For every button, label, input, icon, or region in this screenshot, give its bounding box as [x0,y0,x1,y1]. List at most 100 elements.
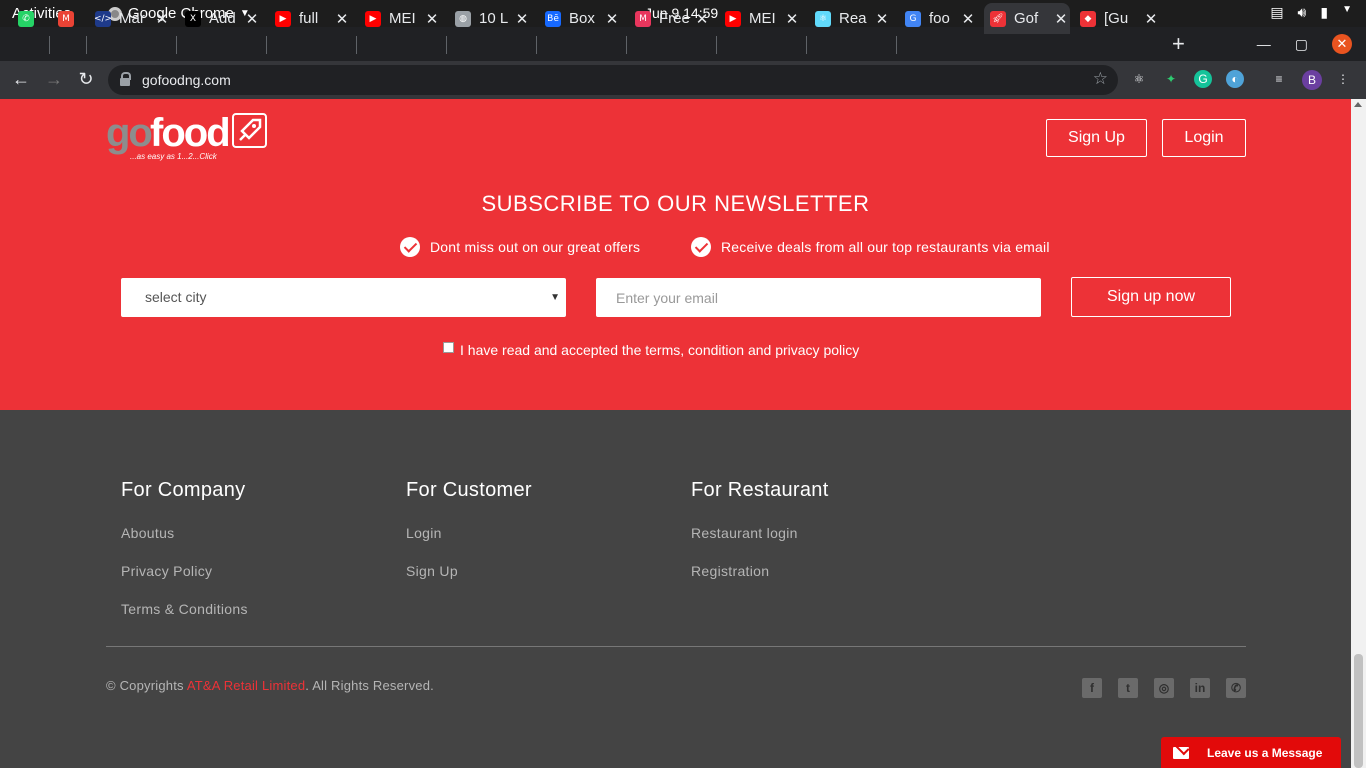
browser-toolbar: ← → ↻ gofoodng.com ☆ ⚛ ✦ G ◐ ≡ B ⋮ [0,61,1366,99]
forward-button[interactable]: → [43,69,65,90]
city-select[interactable]: select city ▼ [121,278,566,317]
reload-button[interactable]: ↻ [75,69,97,90]
page-scrollbar[interactable] [1351,99,1366,768]
leave-message-button[interactable]: Leave us a Message [1161,737,1341,768]
browser-tab[interactable]: M Free ✕ [629,3,711,34]
footer-link-aboutus[interactable]: Aboutus [121,525,248,541]
scroll-up-arrow-icon[interactable] [1354,102,1362,107]
tab-separator [49,36,50,54]
browser-tab[interactable]: Bē Box ✕ [539,3,621,34]
minimize-button[interactable]: — [1257,36,1271,52]
newsletter-submit-button[interactable]: Sign up now [1071,277,1231,317]
volume-icon: 🔊︎ [1297,4,1307,20]
perk-deals-text: Receive deals from all our top restauran… [721,239,1050,255]
kebab-menu-icon[interactable]: ⋮ [1334,70,1352,88]
browser-tab[interactable]: ⚛ Rea ✕ [809,3,891,34]
close-window-button[interactable]: ✕ [1332,34,1352,54]
tab-title: [Gu [1104,10,1129,27]
browser-tab[interactable]: </> Mar ✕ [89,3,171,34]
footer-link-privacy[interactable]: Privacy Policy [121,563,248,579]
instagram-icon[interactable]: ◎ [1154,678,1174,698]
tab-separator [176,36,177,54]
whatsapp-icon: ✆ [18,10,34,27]
signup-button[interactable]: Sign Up [1046,119,1147,157]
extension-icon[interactable]: ✦ [1162,70,1180,88]
gofood-icon: 🚀︎ [990,10,1006,27]
facebook-icon[interactable]: f [1082,678,1102,698]
tab-separator [86,36,87,54]
tab-separator [806,36,807,54]
footer-link-restaurant-login[interactable]: Restaurant login [691,525,829,541]
whatsapp-icon[interactable]: ✆ [1226,678,1246,698]
leave-message-label: Leave us a Message [1207,745,1323,760]
bookmark-star-icon[interactable]: ☆ [1093,69,1108,89]
lock-icon [120,72,131,86]
footer-customer-title: For Customer [406,479,532,501]
react-icon: ⚛ [815,10,831,27]
close-tab-icon[interactable]: ✕ [513,10,531,28]
tab-title: 10 L [479,10,509,27]
close-tab-icon[interactable]: ✕ [153,10,171,28]
browser-tab[interactable]: M [52,3,82,34]
browser-tab[interactable]: Gfoo ✕ [899,3,977,34]
footer-link-registration[interactable]: Registration [691,563,829,579]
copyright-company-link[interactable]: AT&A Retail Limited [187,678,305,693]
terms-label[interactable]: I have read and accepted the terms, cond… [460,342,859,358]
browser-tab[interactable]: ▶ MEI ✕ [719,3,801,34]
google-icon: G [905,10,921,27]
gofood-logo[interactable]: go food ...as easy as 1...2...Click [106,111,268,161]
linkedin-icon[interactable]: in [1190,678,1210,698]
tab-separator [716,36,717,54]
rocket-icon [232,113,267,148]
tab-title: Gof [1014,10,1039,27]
browser-tab[interactable]: X Add ✕ [179,3,261,34]
browser-tab[interactable]: 🚀︎ Gof ✕ [984,3,1070,34]
close-tab-icon[interactable]: ✕ [243,10,261,28]
profile-avatar[interactable]: B [1302,70,1322,90]
extension-globe-icon[interactable]: ◐ [1226,70,1244,88]
footer-link-login[interactable]: Login [406,525,532,541]
terms-checkbox[interactable] [443,341,454,353]
browser-tab[interactable]: ▶ full ✕ [269,3,351,34]
tab-title: MEI [749,10,776,27]
footer-link-terms[interactable]: Terms & Conditions [121,601,248,617]
email-input[interactable] [596,278,1041,317]
terms-agreement: I have read and accepted the terms, cond… [443,341,859,358]
maximize-button[interactable]: ▢ [1295,36,1308,53]
tab-title: Box [569,10,595,27]
close-tab-icon[interactable]: ✕ [603,10,621,28]
chevron-down-icon: ▼ [1342,4,1352,15]
close-tab-icon[interactable]: ✕ [1142,10,1160,28]
new-tab-button[interactable]: + [1172,31,1185,57]
browser-tab[interactable]: ✆ [12,3,42,34]
city-select-value: select city [145,289,207,305]
close-tab-icon[interactable]: ✕ [423,10,441,28]
browser-tab[interactable]: ◍ 10 L ✕ [449,3,531,34]
close-tab-icon[interactable]: ✕ [333,10,351,28]
media-control-icon[interactable]: ≡ [1270,70,1288,88]
close-tab-icon[interactable]: ✕ [1052,10,1070,28]
address-bar[interactable]: gofoodng.com ☆ [108,65,1118,95]
logo-food: food [150,111,231,155]
footer-company-column: For Company Aboutus Privacy Policy Terms… [121,479,248,639]
close-tab-icon[interactable]: ✕ [959,10,977,28]
footer-customer-column: For Customer Login Sign Up [406,479,532,601]
tab-separator [896,36,897,54]
react-devtools-icon[interactable]: ⚛ [1130,70,1148,88]
close-tab-icon[interactable]: ✕ [873,10,891,28]
close-tab-icon[interactable]: ✕ [783,10,801,28]
footer-link-signup[interactable]: Sign Up [406,563,532,579]
grammarly-icon[interactable]: G [1194,70,1212,88]
back-button[interactable]: ← [10,69,32,90]
browser-tab[interactable]: ▶ MEI ✕ [359,3,441,34]
close-tab-icon[interactable]: ✕ [693,10,711,28]
scrollbar-thumb[interactable] [1354,654,1363,768]
twitter-icon[interactable]: t [1118,678,1138,698]
tab-separator [446,36,447,54]
login-button[interactable]: Login [1162,119,1246,157]
youtube-icon: ▶ [365,10,381,27]
dropdown-arrow-icon: ▼ [550,292,560,303]
tab-title: Free [659,10,690,27]
browser-tab[interactable]: ◆ [Gu ✕ [1074,3,1160,34]
system-tray[interactable]: ▤ 🔊︎ ▮ ▼ [1270,4,1352,21]
